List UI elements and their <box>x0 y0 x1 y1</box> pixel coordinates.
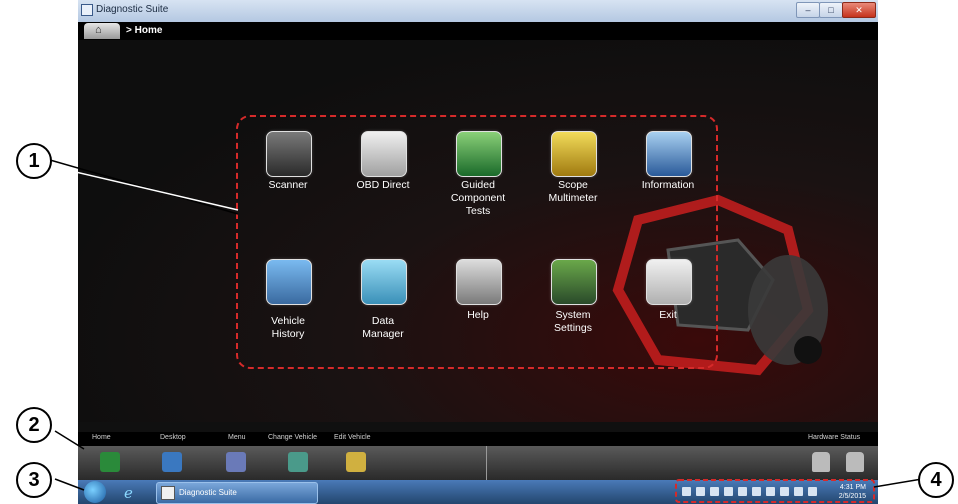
app-label: Information <box>641 179 695 191</box>
window-title: Diagnostic Suite <box>96 4 169 15</box>
edit-vehicle-icon[interactable] <box>346 452 366 472</box>
app-scanner[interactable]: Scanner <box>248 131 328 241</box>
taskbar-item[interactable]: Diagnostic Suite <box>156 482 318 504</box>
toolbar-labels: Home Desktop Menu Change Vehicle Edit Ve… <box>78 432 878 446</box>
app-label: Guided Component Tests <box>450 179 506 217</box>
data-manager-folder-icon <box>361 259 407 305</box>
toolbar-label-edit-vehicle: Edit Vehicle <box>334 434 371 441</box>
callout-4: 4 <box>918 462 954 498</box>
app-label: OBD Direct <box>356 179 410 191</box>
app-label: System Settings <box>554 309 592 334</box>
start-button[interactable] <box>84 481 106 503</box>
home-icon: ⌂ <box>95 24 102 36</box>
vehicle-history-icon <box>266 259 312 305</box>
tray-icon[interactable] <box>808 487 817 496</box>
desktop-icon[interactable] <box>162 452 182 472</box>
hardware-status-label: Hardware Status <box>808 434 861 441</box>
home-icon[interactable] <box>100 452 120 472</box>
taskbar: e Diagnostic Suite 4:31 PM 2/5/2015 <box>78 480 878 504</box>
tray-icon[interactable] <box>724 487 733 496</box>
toolbar-divider <box>486 446 487 480</box>
app-label: Exit <box>659 309 677 321</box>
clock-time: 4:31 PM <box>839 484 866 491</box>
tray-icon[interactable] <box>752 487 761 496</box>
app-help[interactable]: Help <box>438 259 518 369</box>
app-label: Help <box>467 309 489 321</box>
breadcrumb-bar: ⌂ > Home <box>78 22 878 40</box>
app-window-icon <box>81 4 93 16</box>
taskbar-item-label: Diagnostic Suite <box>179 488 237 497</box>
app-grid: Scanner OBD Direct Guided Component Test… <box>236 115 718 369</box>
tray-icon[interactable] <box>696 487 705 496</box>
tray-icon[interactable] <box>682 487 691 496</box>
clock[interactable]: 4:31 PM 2/5/2015 <box>826 483 866 501</box>
menu-icon[interactable] <box>226 452 246 472</box>
callout-3: 3 <box>16 462 52 498</box>
internet-explorer-icon[interactable]: e <box>124 484 133 502</box>
system-tray: 4:31 PM 2/5/2015 <box>678 482 870 502</box>
app-label: Scanner <box>268 179 308 191</box>
system-settings-gears-icon <box>551 259 597 305</box>
tray-icon[interactable] <box>780 487 789 496</box>
hardware-status-icon[interactable] <box>812 452 830 472</box>
toolbar-label-home: Home <box>92 434 111 441</box>
app-label: Data Manager <box>362 315 404 340</box>
toolbar-label-change-vehicle: Change Vehicle <box>268 434 318 441</box>
app-scope-multimeter[interactable]: Scope Multimeter <box>533 131 613 241</box>
obd-connector-icon <box>361 131 407 177</box>
guided-tests-icon <box>456 131 502 177</box>
help-icon <box>456 259 502 305</box>
minimize-button[interactable]: – <box>796 2 820 18</box>
tray-icon[interactable] <box>766 487 775 496</box>
breadcrumb: > Home <box>126 25 163 36</box>
tray-icon[interactable] <box>710 487 719 496</box>
app-information[interactable]: Information <box>628 131 708 241</box>
toolbar-label-desktop: Desktop <box>160 434 186 441</box>
app-guided-component-tests[interactable]: Guided Component Tests <box>438 131 518 241</box>
callout-1: 1 <box>16 143 52 179</box>
app-system-settings[interactable]: System Settings <box>533 259 613 369</box>
change-vehicle-icon[interactable] <box>288 452 308 472</box>
tray-icon[interactable] <box>794 487 803 496</box>
app-screen: Diagnostic Suite – □ ✕ ⌂ > Home Scanner … <box>78 0 878 504</box>
app-window-icon <box>161 486 175 500</box>
clock-date: 2/5/2015 <box>838 493 866 500</box>
app-vehicle-history[interactable]: Vehicle History <box>248 259 328 369</box>
close-button[interactable]: ✕ <box>842 2 876 18</box>
app-data-manager[interactable]: Data Manager <box>343 259 423 369</box>
app-obd-direct[interactable]: OBD Direct <box>343 131 423 241</box>
app-label: Vehicle History <box>271 315 305 340</box>
information-icon <box>646 131 692 177</box>
power-exit-icon <box>646 259 692 305</box>
window-titlebar: Diagnostic Suite – □ ✕ <box>78 0 878 22</box>
toolbar <box>78 446 878 480</box>
scanner-icon <box>266 131 312 177</box>
app-label: Scope Multimeter <box>548 179 598 204</box>
hardware-status-icon[interactable] <box>846 452 864 472</box>
scope-multimeter-icon <box>551 131 597 177</box>
maximize-button[interactable]: □ <box>819 2 843 18</box>
callout-2: 2 <box>16 407 52 443</box>
home-screen: Scanner OBD Direct Guided Component Test… <box>78 40 878 422</box>
toolbar-label-menu: Menu <box>228 434 246 441</box>
home-tab-button[interactable]: ⌂ <box>84 23 120 39</box>
app-exit[interactable]: Exit <box>628 259 708 369</box>
tray-icon[interactable] <box>738 487 747 496</box>
